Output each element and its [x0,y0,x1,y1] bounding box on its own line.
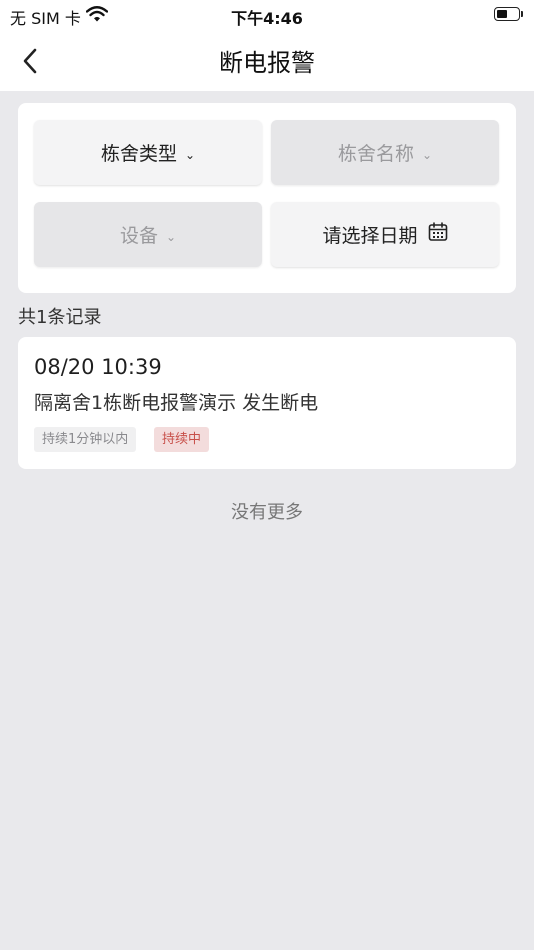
calendar-icon [428,222,448,247]
date-picker-label: 请选择日期 [322,225,418,247]
status-time: 下午4:46 [231,9,303,28]
chevron-down-icon: ⌄ [165,229,177,244]
chevron-down-icon: ⌄ [184,147,196,162]
building-name-select[interactable]: 栋舍名称 ⌄ [271,120,499,185]
nav-bar: 断电报警 [0,30,534,91]
building-name-label: 栋舍名称 [337,143,414,165]
device-select[interactable]: 设备 ⌄ [34,202,262,267]
status-bar: 无 SIM 卡 下午4:46 [0,0,534,30]
device-label: 设备 [119,225,158,247]
record-time: 08/20 10:39 [34,355,162,379]
record-count: 共1条记录 [18,307,102,328]
battery-icon [494,7,524,21]
duration-tag: 持续1分钟以内 [34,427,137,452]
list-item[interactable]: 08/20 10:39 隔离舍1栋断电报警演示 发生断电 持续1分钟以内 持续中 [18,337,516,469]
record-description: 隔离舍1栋断电报警演示 发生断电 [34,392,319,414]
status-badge: 持续中 [154,427,210,452]
date-picker[interactable]: 请选择日期 [271,202,499,267]
chevron-down-icon: ⌄ [421,147,433,162]
building-type-select[interactable]: 栋舍类型 ⌄ [34,120,262,185]
no-more-text: 没有更多 [231,502,303,523]
filter-panel: 栋舍类型 ⌄ 栋舍名称 ⌄ 设备 ⌄ 请选择日期 [18,103,516,293]
building-type-label: 栋舍类型 [100,143,177,165]
page-title: 断电报警 [219,49,315,77]
